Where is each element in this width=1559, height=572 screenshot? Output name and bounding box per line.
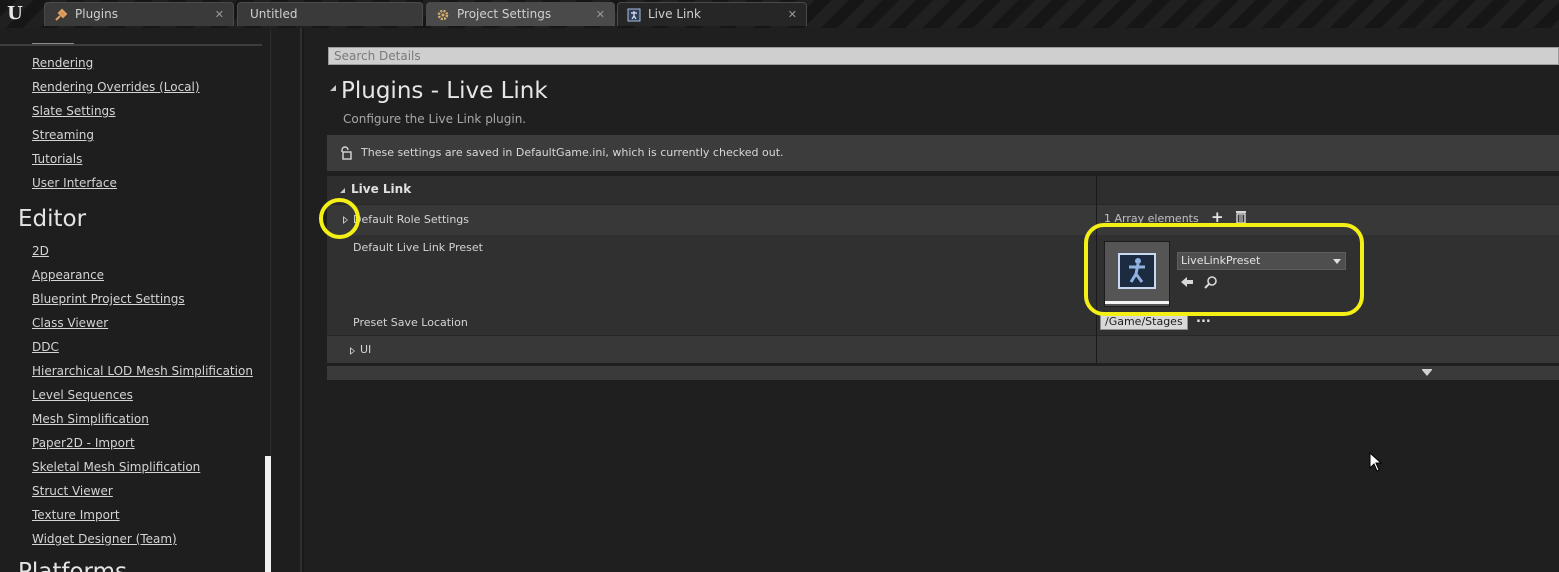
sidebar-link-skeletal-mesh-simplification[interactable]: Skeletal Mesh Simplification — [32, 459, 200, 475]
tab-untitled[interactable]: Untitled — [237, 2, 423, 26]
property-row-default-role-settings: Default Role Settings 1 Array elements + — [327, 205, 1559, 235]
tab-project-settings[interactable]: Project Settings ✕ — [426, 2, 615, 26]
sidebar-link-mesh-simplification[interactable]: Mesh Simplification — [32, 411, 149, 427]
sidebar-link-2d[interactable]: 2D — [32, 243, 49, 259]
category-label: Live Link — [351, 182, 412, 196]
tab-live-link[interactable]: Live Link ✕ — [617, 2, 807, 26]
close-icon[interactable]: ✕ — [596, 3, 605, 26]
highlight-circle-annotation — [319, 198, 360, 239]
property-row-preset-save-location: Preset Save Location /Game/Stages ... — [327, 309, 1559, 335]
live-link-icon — [627, 8, 641, 22]
close-icon[interactable]: ✕ — [788, 3, 797, 26]
sidebar-link-struct-viewer[interactable]: Struct Viewer — [32, 483, 113, 499]
plug-icon — [55, 8, 68, 21]
trash-icon[interactable] — [1235, 210, 1247, 223]
category-header-live-link[interactable]: Live Link — [327, 176, 1559, 204]
sidebar-heading-editor: Editor — [18, 206, 87, 232]
property-label: Default Live Link Preset — [353, 241, 483, 254]
tab-label: Project Settings — [457, 7, 552, 21]
sidebar-link-user-interface[interactable]: User Interface — [32, 175, 117, 191]
sidebar-scrollbar[interactable] — [265, 456, 271, 572]
highlight-box-annotation — [1084, 223, 1364, 316]
page-subtitle: Configure the Live Link plugin. — [343, 112, 527, 126]
mouse-cursor-icon — [1369, 452, 1383, 472]
chevron-down-icon[interactable] — [1422, 370, 1432, 376]
property-row-default-live-link-preset: Default Live Link Preset LiveLinkPreset — [327, 235, 1559, 309]
close-icon[interactable]: ✕ — [215, 3, 224, 26]
tab-bar: U Plugins ✕ Untitled Project Settings ✕ … — [0, 0, 1559, 28]
tab-plugins[interactable]: Plugins ✕ — [44, 2, 234, 26]
advanced-expander[interactable] — [327, 366, 1559, 380]
sidebar-link-widget-designer[interactable]: Widget Designer (Team) — [32, 531, 177, 547]
property-grid: Live Link Default Role Settings 1 Array … — [327, 176, 1559, 364]
sidebar-link-slate-settings[interactable]: Slate Settings — [32, 103, 115, 119]
sidebar-link-blueprint-project-settings[interactable]: Blueprint Project Settings — [32, 291, 185, 307]
tab-label: Untitled — [250, 7, 298, 21]
sidebar-link-rendering-overrides[interactable]: Rendering Overrides (Local) — [32, 79, 200, 95]
property-row-ui: UI — [327, 336, 1559, 363]
settings-sidebar: Rendering Rendering Overrides (Local) Sl… — [0, 28, 302, 572]
sidebar-link-paper2d-import[interactable]: Paper2D - Import — [32, 435, 135, 451]
expand-arrow-icon[interactable] — [350, 347, 355, 355]
sidebar-link-streaming[interactable]: Streaming — [32, 127, 94, 143]
sidebar-heading-platforms: Platforms — [18, 559, 127, 572]
sidebar-link-level-sequences[interactable]: Level Sequences — [32, 387, 133, 403]
search-input[interactable]: Search Details — [328, 47, 1559, 65]
property-label: Preset Save Location — [353, 316, 468, 329]
sidebar-link-class-viewer[interactable]: Class Viewer — [32, 315, 108, 331]
property-label: Default Role Settings — [353, 213, 470, 226]
collapse-triangle-icon[interactable] — [340, 188, 345, 193]
tab-label: Plugins — [75, 7, 118, 21]
gear-icon — [437, 9, 449, 21]
sidebar-link-tutorials[interactable]: Tutorials — [32, 151, 82, 167]
sidebar-link-texture-import[interactable]: Texture Import — [32, 507, 120, 523]
sidebar-link-appearance[interactable]: Appearance — [32, 267, 104, 283]
sidebar-link-rendering[interactable]: Rendering — [32, 55, 93, 71]
property-label: UI — [360, 343, 372, 356]
unreal-logo-icon[interactable]: U — [4, 3, 26, 25]
page-title: Plugins - Live Link — [341, 78, 548, 104]
config-notice-bar: These settings are saved in DefaultGame.… — [327, 135, 1559, 171]
unlock-icon — [341, 146, 352, 160]
sidebar-divider — [0, 44, 262, 46]
collapse-triangle-icon[interactable] — [330, 85, 336, 91]
tab-label: Live Link — [648, 7, 701, 21]
details-panel: Search Details Plugins - Live Link Confi… — [304, 28, 1559, 572]
sidebar-link-hlod-mesh-simplification[interactable]: Hierarchical LOD Mesh Simplification — [32, 363, 253, 379]
sidebar-link-ddc[interactable]: DDC — [32, 339, 59, 355]
notice-text: These settings are saved in DefaultGame.… — [361, 146, 784, 159]
